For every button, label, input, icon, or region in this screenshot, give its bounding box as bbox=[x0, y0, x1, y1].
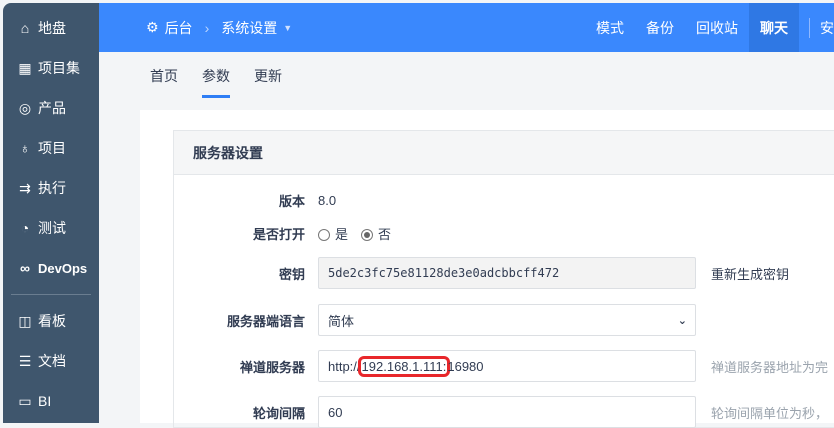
top-nav: 模式 备份 回收站 聊天 安 bbox=[585, 3, 834, 52]
tab-params[interactable]: 参数 bbox=[202, 52, 230, 100]
main-panel: 服务器设置 版本 8.0 是否打开 是 否 密钥 5de2c3fc75e8112… bbox=[140, 110, 834, 428]
server-hint: 禅道服务器地址为完 bbox=[711, 359, 829, 375]
key-label: 密钥 bbox=[278, 266, 305, 282]
server-port: 16980 bbox=[447, 358, 484, 374]
sidebar-item-product[interactable]: ◎ 产品 bbox=[3, 88, 99, 128]
run-icon: ⇉ bbox=[19, 179, 31, 196]
breadcrumb-admin[interactable]: 后台 bbox=[165, 18, 193, 38]
sidebar-item-bi[interactable]: ▭ BI bbox=[3, 381, 99, 421]
nav-trash[interactable]: 回收站 bbox=[685, 3, 749, 52]
rocket-icon: ♁ bbox=[19, 140, 31, 156]
key-input[interactable]: 5de2c3fc75e81128de3e0adcbbcff472 bbox=[318, 257, 696, 289]
tab-home[interactable]: 首页 bbox=[150, 52, 178, 100]
radio-no-label: 否 bbox=[378, 227, 392, 242]
sidebar-item-program[interactable]: ▦ 项目集 bbox=[3, 48, 99, 88]
nav-mode[interactable]: 模式 bbox=[585, 3, 635, 52]
poll-hint: 轮询间隔单位为秒， bbox=[711, 405, 829, 421]
sidebar-item-dashboard[interactable]: ⌂ 地盘 bbox=[3, 8, 99, 48]
sub-tabs: 首页 参数 更新 bbox=[99, 52, 834, 100]
regenerate-key-link[interactable]: 重新生成密钥 bbox=[711, 264, 789, 283]
version-value: 8.0 bbox=[318, 193, 337, 208]
radio-yes[interactable]: 是 bbox=[318, 224, 348, 243]
breadcrumb-settings[interactable]: 系统设置 bbox=[221, 18, 277, 38]
server-label: 禅道服务器 bbox=[239, 359, 305, 375]
poll-label: 轮询间隔 bbox=[252, 405, 305, 421]
grid-icon: ▦ bbox=[18, 59, 32, 76]
home-icon: ⌂ bbox=[20, 20, 30, 36]
poll-input[interactable]: 60 bbox=[318, 396, 696, 428]
chart-icon: ▭ bbox=[18, 392, 32, 409]
server-host-highlight: 192.168.1.111: bbox=[357, 355, 451, 377]
open-row: 是否打开 是 否 bbox=[174, 224, 834, 243]
server-settings-card: 服务器设置 版本 8.0 是否打开 是 否 密钥 5de2c3fc75e8112… bbox=[173, 130, 834, 428]
top-bar: ⚙ 后台 › 系统设置 ▼ 模式 备份 回收站 聊天 安 bbox=[99, 3, 834, 52]
doc-icon: ☰ bbox=[18, 352, 32, 369]
sidebar: ⌂ 地盘 ▦ 项目集 ◎ 产品 ♁ 项目 ⇉ 执行 ◔ 测试 ∞ DevOps ◫ 看板 ☰ 文档… bbox=[3, 3, 99, 423]
radio-no[interactable]: 否 bbox=[361, 224, 391, 243]
version-row: 版本 8.0 bbox=[174, 191, 834, 210]
tab-update[interactable]: 更新 bbox=[254, 52, 282, 100]
nav-chat[interactable]: 聊天 bbox=[749, 3, 799, 52]
nav-divider bbox=[809, 17, 810, 38]
sidebar-item-project[interactable]: ♁ 项目 bbox=[3, 128, 99, 168]
language-row: 服务器端语言 简体 ⌄ bbox=[174, 304, 834, 336]
server-input[interactable]: http://192.168.1.111: 16980 bbox=[318, 350, 696, 382]
server-prefix: http:// bbox=[328, 358, 361, 374]
sidebar-item-execution[interactable]: ⇉ 执行 bbox=[3, 168, 99, 208]
nav-backup[interactable]: 备份 bbox=[635, 3, 685, 52]
language-select[interactable]: 简体 ⌄ bbox=[318, 304, 696, 336]
chevron-right-icon: › bbox=[204, 19, 210, 36]
gear-icon: ⚙ bbox=[146, 19, 159, 35]
sidebar-item-doc[interactable]: ☰ 文档 bbox=[3, 341, 99, 381]
language-label: 服务器端语言 bbox=[226, 313, 305, 329]
language-selected: 简体 bbox=[328, 313, 355, 329]
sidebar-divider bbox=[11, 294, 91, 295]
poll-row: 轮询间隔 60 轮询间隔单位为秒， bbox=[174, 396, 834, 428]
sidebar-item-test[interactable]: ◔ 测试 bbox=[3, 208, 99, 248]
version-label: 版本 bbox=[278, 194, 305, 209]
radio-circle-checked bbox=[361, 229, 374, 241]
caret-down-icon: ▼ bbox=[283, 22, 293, 33]
server-row: 禅道服务器 http://192.168.1.111: 16980 禅道服务器地址… bbox=[174, 350, 834, 382]
chevron-down-icon: ⌄ bbox=[677, 314, 687, 327]
sidebar-item-devops[interactable]: ∞ DevOps bbox=[3, 248, 99, 288]
sidebar-item-kanban[interactable]: ◫ 看板 bbox=[3, 301, 99, 341]
radio-circle bbox=[318, 229, 330, 241]
card-title: 服务器设置 bbox=[174, 131, 834, 175]
nav-security[interactable]: 安 bbox=[820, 3, 834, 52]
bulb-icon: ◎ bbox=[18, 99, 32, 116]
test-icon: ◔ bbox=[20, 220, 30, 236]
radio-yes-label: 是 bbox=[335, 227, 349, 242]
key-row: 密钥 5de2c3fc75e81128de3e0adcbbcff472 重新生成… bbox=[174, 257, 834, 289]
open-label: 是否打开 bbox=[252, 227, 305, 242]
kanban-icon: ◫ bbox=[18, 312, 32, 329]
breadcrumb: ⚙ 后台 › 系统设置 ▼ bbox=[146, 18, 292, 38]
infinity-icon: ∞ bbox=[20, 260, 30, 276]
